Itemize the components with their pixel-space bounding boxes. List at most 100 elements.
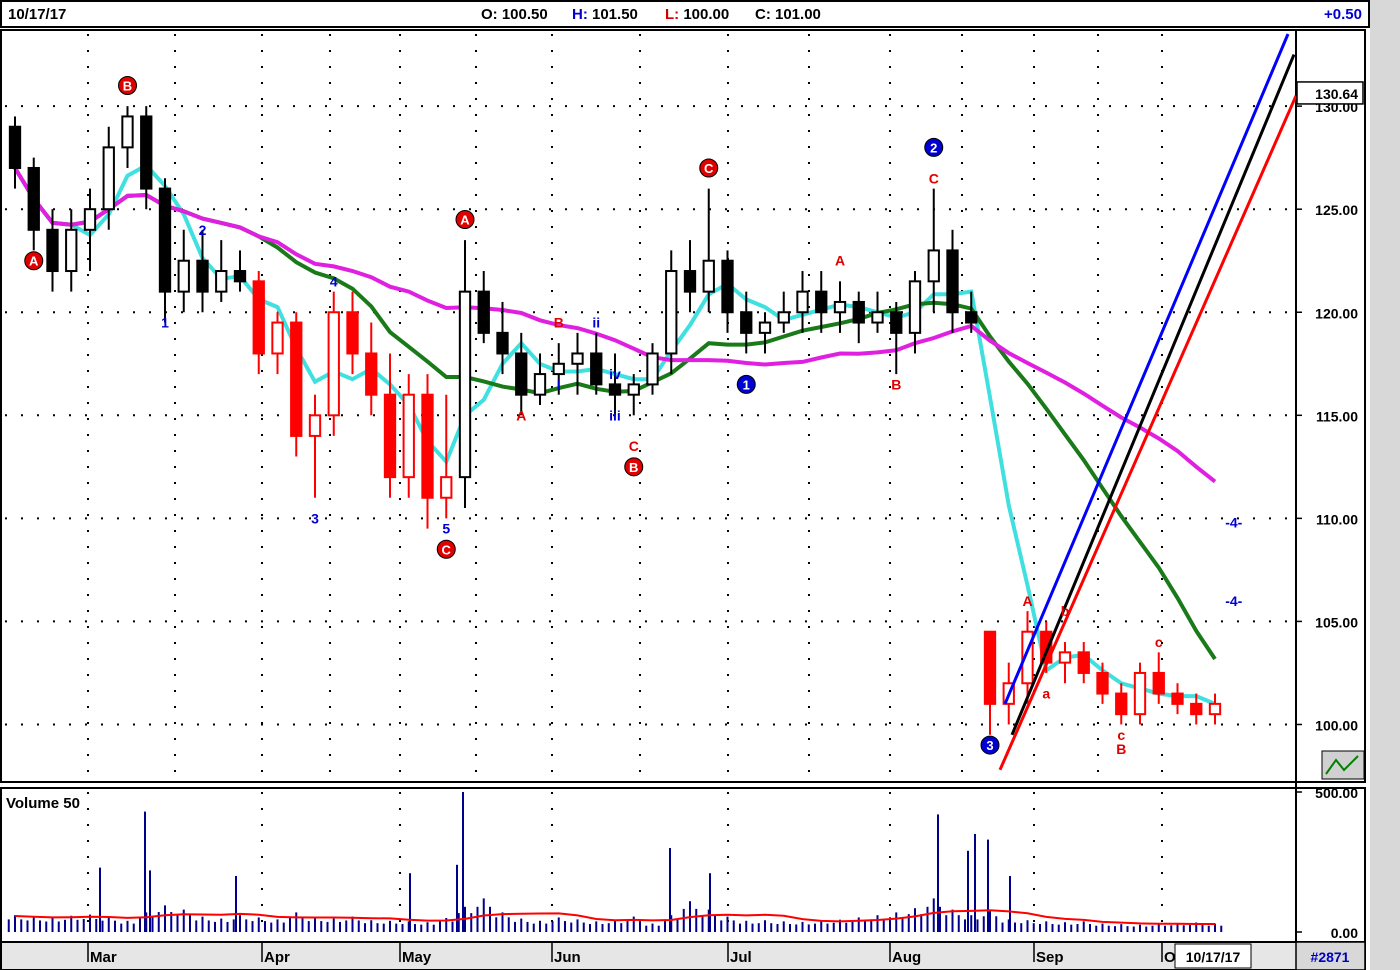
volume-panel-label: Volume 50: [6, 795, 80, 812]
change-value: +0.50: [1324, 6, 1362, 23]
wave-label: A: [29, 254, 39, 269]
wave-label: A: [516, 407, 526, 423]
candle-body: [458, 290, 472, 479]
wave-label: B: [1116, 741, 1126, 757]
candle-body: [290, 321, 303, 437]
candle-body: [852, 300, 865, 324]
last-price-label: 130.64: [1315, 86, 1358, 102]
wave-label: C: [442, 542, 452, 557]
candle-body: [27, 166, 40, 231]
wave-label: A: [1022, 593, 1032, 609]
wave-label: b: [1061, 603, 1070, 619]
month-label: Jun: [554, 949, 581, 966]
candle-body: [252, 280, 265, 355]
candle-body: [233, 270, 247, 283]
candle-body: [177, 259, 190, 293]
high-value: 101.50: [592, 6, 638, 23]
wave-label: 3: [986, 738, 993, 753]
candle-body: [65, 228, 78, 273]
wave-label: iv: [609, 366, 621, 382]
wave-label: B: [629, 460, 638, 475]
candle-body: [1077, 651, 1090, 674]
price-tick-label: 115.00: [1316, 408, 1358, 424]
candle-body: [946, 249, 959, 314]
candle-body: [121, 115, 134, 149]
candle-body: [627, 383, 640, 396]
candle-body: [590, 352, 603, 386]
candle-body: [83, 208, 97, 231]
candle-body: [8, 125, 22, 169]
candle-body: [515, 352, 528, 396]
candle-body: [533, 373, 547, 396]
wave-label: 5: [442, 521, 450, 537]
candle-body: [758, 321, 772, 334]
candle-body: [327, 311, 340, 417]
candle-body: [421, 393, 434, 499]
wave-label: iii: [609, 407, 621, 423]
low-value: 100.00: [683, 6, 730, 23]
month-label: May: [402, 949, 432, 966]
month-label: O: [1164, 949, 1176, 966]
candle-body: [1152, 671, 1165, 695]
candle-body: [665, 270, 678, 355]
candle-body: [608, 383, 622, 396]
candle-body: [552, 362, 565, 376]
month-label: Aug: [892, 949, 921, 966]
wave-label: ii: [592, 315, 600, 331]
candle-body: [871, 311, 884, 324]
open-label: O: 100.50: [481, 6, 548, 23]
wave-label: 2: [930, 140, 937, 155]
candle-body: [927, 249, 940, 283]
candle-body: [158, 187, 172, 293]
candle-body: [308, 414, 322, 437]
close-label: C: 101.00: [755, 6, 821, 23]
candle-body: [983, 630, 997, 705]
bar-count-label: #2871: [1311, 949, 1350, 965]
wave-label: a: [1042, 686, 1050, 702]
candle-body: [365, 352, 378, 396]
candle-body: [965, 311, 978, 324]
candle-body: [140, 115, 153, 190]
price-tick-label: 105.00: [1315, 614, 1358, 630]
candle-body: [346, 311, 359, 355]
wave-label: C: [629, 438, 639, 454]
candle-body: [102, 146, 115, 211]
candle-body: [1171, 692, 1184, 705]
right-scroll-strip[interactable]: [1370, 0, 1400, 970]
quote-header-bar: 10/17/17 O: 100.50 H: 101.50 L: 100.00 C…: [0, 0, 1370, 28]
wave-label: 1: [161, 315, 169, 331]
price-volume-chart[interactable]: 1 3 0.00 125.00 120.00 115.00 110.00 105.00 100.…: [0, 28, 1370, 970]
candle-body: [46, 228, 59, 273]
candle-body: [890, 311, 903, 334]
wave-label: B: [123, 79, 132, 94]
candle-body: [496, 331, 509, 355]
volume-tick-label: 0.00: [1331, 925, 1358, 941]
candle-body: [440, 476, 453, 499]
candle-body: [1190, 702, 1203, 716]
candle-body: [383, 393, 397, 479]
candle-body: [1208, 702, 1222, 716]
wave-label: i: [557, 376, 561, 392]
candle-body: [477, 290, 490, 334]
wave-label: -4-: [1225, 514, 1242, 530]
candle-body: [740, 311, 753, 334]
current-date-label: 10/17/17: [1186, 949, 1241, 965]
month-label: Apr: [264, 949, 290, 966]
header-date: 10/17/17: [8, 6, 67, 23]
wave-label: 3: [311, 510, 319, 526]
wave-label: A: [835, 253, 845, 269]
month-label: Jul: [730, 949, 752, 966]
candle-body: [1096, 671, 1109, 695]
candle-body: [1115, 692, 1128, 716]
open-value: 100.50: [501, 6, 548, 23]
wave-label: C: [929, 170, 939, 186]
candle-body: [683, 270, 697, 293]
wave-label: 2: [199, 222, 207, 238]
price-tick-label: 125.00: [1315, 202, 1358, 218]
close-value: 101.00: [775, 6, 821, 23]
candle-body: [777, 311, 790, 324]
price-tick-label: 100.00: [1315, 717, 1358, 733]
candle-body: [646, 352, 659, 386]
wave-label: B: [554, 315, 564, 331]
candle-body: [908, 280, 922, 334]
